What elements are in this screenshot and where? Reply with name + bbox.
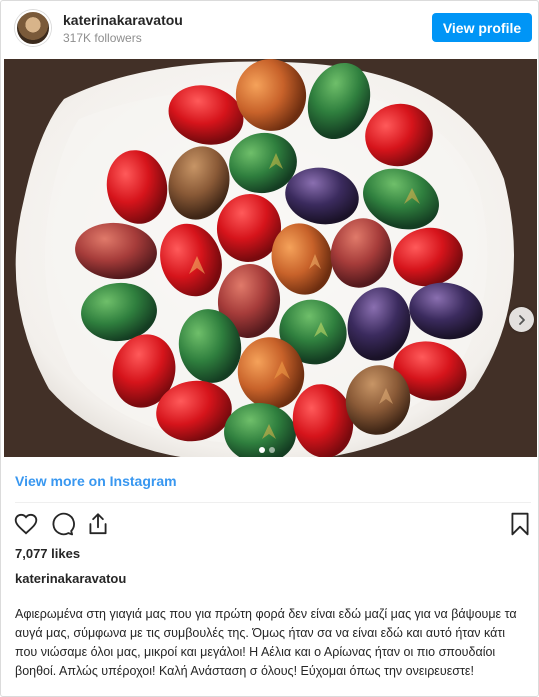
bookmark-icon [511,512,529,536]
post-caption: Αφιερωμένα στη γιαγιά μας που για πρώτη … [15,607,517,678]
chevron-right-icon [518,314,525,325]
divider [15,502,531,503]
view-more-link[interactable]: View more on Instagram [15,473,177,489]
carousel-dot [269,447,275,453]
next-image-button[interactable] [509,307,534,332]
like-count[interactable]: 7,077 likes [15,546,80,561]
action-bar [13,511,533,539]
post-header: katerinakaravatou 317K followers View pr… [1,1,538,57]
share-button[interactable] [85,511,111,537]
heart-icon [14,513,38,535]
avatar[interactable] [15,10,51,46]
share-icon [89,513,107,535]
view-profile-button[interactable]: View profile [432,13,532,42]
carousel-dot-active [259,447,265,453]
post-photo[interactable] [4,59,537,463]
like-button[interactable] [13,511,39,537]
comment-icon [52,512,75,536]
post-owner[interactable]: katerinakaravatou [15,571,126,586]
carousel-indicator [259,447,275,453]
comment-button[interactable] [49,511,75,537]
save-button[interactable] [507,511,533,537]
easter-eggs-image [4,59,537,463]
instagram-embed-card: katerinakaravatou 317K followers View pr… [0,0,539,697]
follower-count: 317K followers [63,31,142,45]
username[interactable]: katerinakaravatou [63,12,183,28]
